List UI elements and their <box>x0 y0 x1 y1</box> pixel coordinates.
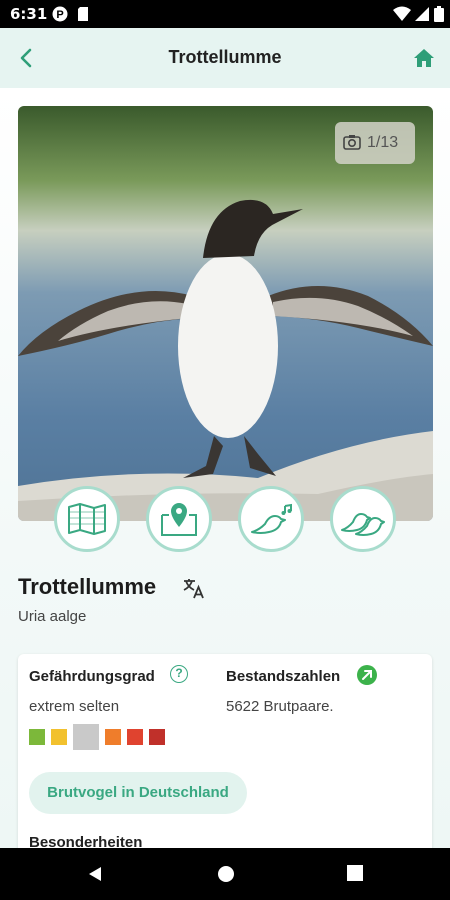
endangerment-level-6 <box>149 729 165 745</box>
bird-name: Trottellumme <box>18 574 157 599</box>
endangerment-label: Gefährdungsgrad <box>29 668 155 685</box>
system-nav-bar <box>0 848 450 900</box>
map-button[interactable] <box>54 486 120 552</box>
photo-counter-text: 1/13 <box>367 134 399 151</box>
notification-p-icon: P <box>52 6 68 27</box>
help-question-icon[interactable]: ? <box>170 665 188 683</box>
svg-text:P: P <box>56 9 63 21</box>
nav-recents-icon[interactable] <box>347 865 363 886</box>
translate-icon[interactable] <box>182 577 206 604</box>
nav-back-icon[interactable] <box>86 865 104 888</box>
similar-birds-button[interactable] <box>330 486 396 552</box>
endangerment-level-4 <box>105 729 121 745</box>
nav-home-icon[interactable] <box>217 865 235 888</box>
photo-counter[interactable]: 1/13 <box>335 122 415 164</box>
location-map-button[interactable] <box>146 486 212 552</box>
clock: 6:31 <box>10 5 48 23</box>
endangerment-level-5 <box>127 729 143 745</box>
map-pin-icon <box>161 503 197 536</box>
population-label: Bestandszahlen <box>226 668 341 685</box>
status-bar: 6:31 P <box>0 0 450 28</box>
external-arrow-icon[interactable] <box>357 665 377 685</box>
singing-bird-icon <box>251 503 292 534</box>
wifi-icon <box>393 6 411 27</box>
features-label: Besonderheiten <box>29 834 143 848</box>
population-value: 5622 Brutpaare. <box>226 698 334 715</box>
page-title: Trottellumme <box>168 47 282 67</box>
endangerment-value: extrem selten <box>29 698 120 715</box>
info-card: Gefährdungsgrad ? extrem selten Bestands… <box>18 654 432 848</box>
sd-card-icon <box>76 6 90 27</box>
endangerment-level-1 <box>29 729 45 745</box>
bird-photo[interactable]: 1/13 <box>18 106 433 521</box>
endangerment-level-3 <box>73 724 99 750</box>
endangerment-level-2 <box>51 729 67 745</box>
bird-song-button[interactable] <box>238 486 304 552</box>
bird-detail-content[interactable]: 1/13 Trottellumme Uria aalge Gefährdungs… <box>0 88 450 848</box>
signal-icon <box>414 6 430 27</box>
breeding-badge[interactable]: Brutvogel in Deutschland <box>29 772 247 814</box>
home-icon[interactable] <box>410 44 438 72</box>
battery-icon <box>434 6 444 27</box>
latin-name: Uria aalge <box>18 608 87 625</box>
folded-map-icon <box>68 503 106 535</box>
app-bar: Trottellumme <box>0 28 450 88</box>
two-birds-icon <box>341 513 385 536</box>
camera-icon <box>343 134 361 150</box>
